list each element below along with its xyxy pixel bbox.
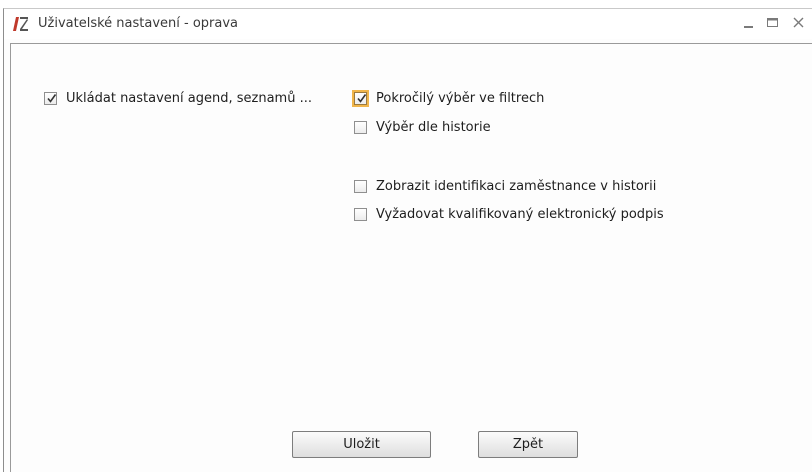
- history-select-checkbox[interactable]: Výběr dle historie: [354, 120, 491, 135]
- settings-window: Uživatelské nastavení - oprava Ukládat n…: [3, 8, 812, 472]
- checkbox-box[interactable]: [354, 180, 367, 193]
- maximize-icon[interactable]: [764, 14, 782, 32]
- save-settings-checkbox[interactable]: Ukládat nastavení agend, seznamů ...: [44, 91, 312, 106]
- advanced-filter-checkbox[interactable]: Pokročilý výběr ve filtrech: [354, 91, 544, 106]
- qualified-signature-checkbox[interactable]: Vyžadovat kvalifikovaný elektronický pod…: [354, 207, 664, 222]
- app-logo-icon: [12, 16, 30, 32]
- checkbox-label: Vyžadovat kvalifikovaný elektronický pod…: [376, 207, 664, 222]
- checkbox-label: Výběr dle historie: [376, 120, 491, 135]
- checkbox-box[interactable]: [354, 121, 367, 134]
- checkbox-label: Ukládat nastavení agend, seznamů ...: [66, 91, 312, 106]
- checkmark-icon: [357, 94, 367, 103]
- back-button[interactable]: Zpět: [478, 431, 578, 458]
- checkbox-box[interactable]: [44, 92, 57, 105]
- save-button[interactable]: Uložit: [292, 431, 431, 458]
- checkbox-label: Pokročilý výběr ve filtrech: [376, 91, 545, 106]
- minimize-icon[interactable]: [740, 14, 758, 32]
- close-icon[interactable]: [790, 14, 808, 32]
- settings-panel: Ukládat nastavení agend, seznamů ... Pok…: [10, 43, 812, 472]
- title-bar[interactable]: Uživatelské nastavení - oprava: [4, 9, 812, 39]
- checkbox-box[interactable]: [354, 208, 367, 221]
- window-title: Uživatelské nastavení - oprava: [38, 16, 239, 31]
- checkmark-icon: [47, 94, 57, 103]
- checkbox-label: Zobrazit identifikaci zaměstnance v hist…: [376, 179, 657, 194]
- show-employee-id-checkbox[interactable]: Zobrazit identifikaci zaměstnance v hist…: [354, 179, 656, 194]
- checkbox-box[interactable]: [354, 92, 367, 105]
